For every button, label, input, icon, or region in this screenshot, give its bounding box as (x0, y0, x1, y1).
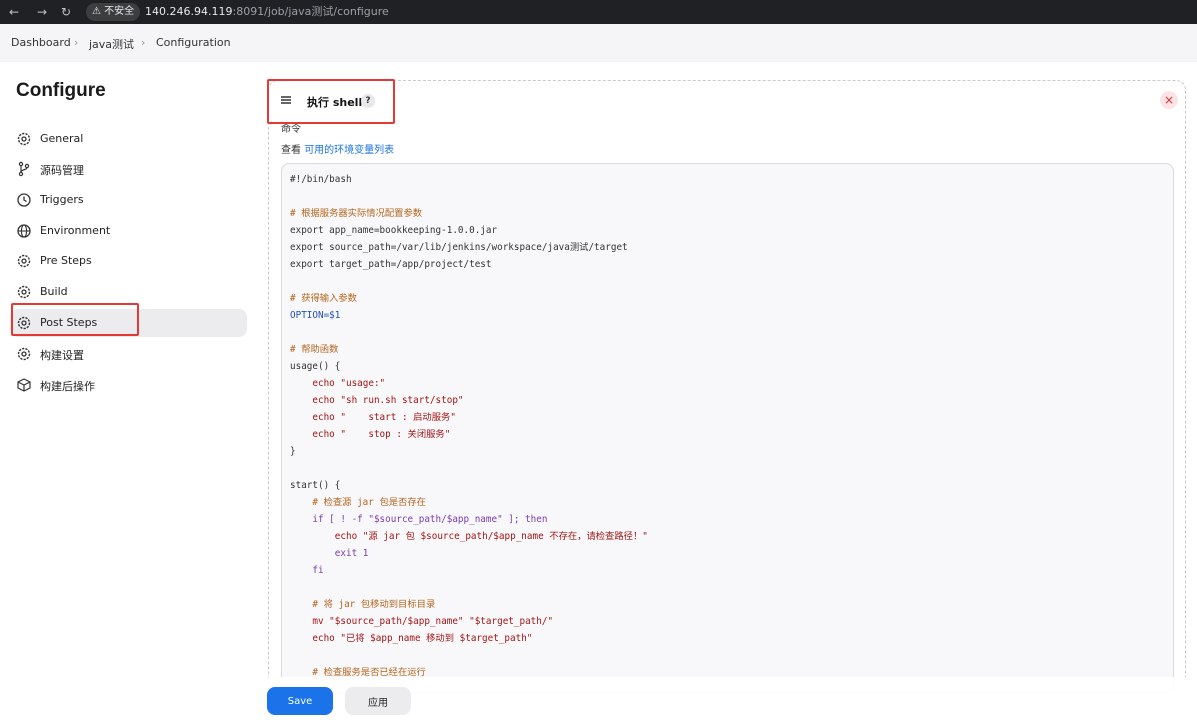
sidebar-item-label: Pre Steps (40, 254, 92, 267)
code-line: echo "已将 $app_name 移动到 $target_path" (290, 633, 533, 644)
sidebar-item-build-settings[interactable]: 构建设置 (10, 340, 247, 368)
breadcrumb-configuration[interactable]: Configuration (156, 36, 231, 49)
highlight-post-steps (11, 303, 139, 336)
branch-icon (18, 161, 30, 177)
sidebar-item-pre-steps[interactable]: Pre Steps (10, 247, 247, 275)
code-line: # 将 jar 包移动到目标目录 (290, 599, 436, 610)
url-host: 140.246.94.119 (145, 5, 233, 18)
apply-button[interactable]: 应用 (345, 687, 411, 715)
code-line: export source_path=/var/lib/jenkins/work… (290, 242, 628, 253)
sidebar-item-label: 构建设置 (40, 349, 84, 362)
code-line: OPTION=$1 (290, 310, 341, 321)
sidebar-item-label: General (40, 132, 84, 145)
sidebar-item-post-build[interactable]: 构建后操作 (10, 371, 247, 399)
code-line: echo " stop : 关闭服务" (290, 429, 451, 440)
gear-icon (17, 285, 31, 299)
browser-toolbar: ← → ↻ ⚠ 不安全 140.246.94.119:8091/job/java… (0, 0, 1197, 24)
env-vars-hint: 查看 可用的环境变量列表 (281, 141, 394, 156)
code-line: echo "源 jar 包 $source_path/$app_name 不存在… (290, 531, 648, 542)
code-line: mv "$source_path/$app_name" "$target_pat… (290, 616, 554, 627)
forward-icon[interactable]: → (34, 4, 50, 20)
highlight-step-title (267, 79, 395, 124)
env-vars-prefix: 查看 (281, 145, 301, 156)
url-path: :8091/job/java测试/configure (232, 5, 389, 18)
breadcrumb-separator: › (74, 36, 79, 49)
gear-icon (17, 254, 31, 268)
clock-icon (17, 193, 31, 207)
breadcrumb-job[interactable]: java测试 (89, 36, 134, 52)
box-icon (17, 378, 31, 392)
sidebar-item-label: Environment (40, 224, 111, 237)
globe-icon (17, 224, 31, 238)
breadcrumb: Dashboard › java测试 › Configuration (0, 24, 1197, 62)
code-line: export app_name=bookkeeping-1.0.0.jar (290, 225, 498, 236)
security-badge[interactable]: ⚠ 不安全 (86, 3, 141, 21)
code-line: # 检查源 jar 包是否存在 (290, 497, 426, 508)
command-editor[interactable]: #!/bin/bash # 根据服务器实际情况配置参数 export app_n… (281, 163, 1174, 693)
gear-icon (17, 132, 31, 146)
sidebar-item-label: 源码管理 (40, 164, 84, 177)
sidebar-item-environment[interactable]: Environment (10, 217, 247, 245)
sidebar-item-label: 构建后操作 (40, 380, 95, 393)
code-line: if [ ! -f "$source_path/$app_name" ]; th… (290, 514, 548, 525)
breadcrumb-separator: › (141, 36, 146, 49)
code-line: fi (290, 565, 324, 576)
close-icon[interactable]: × (1160, 91, 1178, 109)
sidebar-item-build[interactable]: Build (10, 278, 247, 306)
sidebar-item-label: Triggers (40, 193, 84, 206)
code-line: echo "usage:" (290, 378, 386, 389)
address-bar[interactable]: 140.246.94.119:8091/job/java测试/configure (145, 4, 389, 20)
save-button[interactable]: Save (267, 687, 333, 715)
page-title: Configure (16, 80, 106, 101)
sidebar-item-label: Build (40, 285, 68, 298)
code-line: # 根据服务器实际情况配置参数 (290, 208, 423, 219)
sidebar-item-triggers[interactable]: Triggers (10, 186, 247, 214)
code-line: usage() { (290, 361, 341, 372)
code-line: echo " start : 启动服务" (290, 412, 456, 423)
code-line: } (290, 446, 296, 457)
code-line: exit 1 (290, 548, 369, 559)
code-line: echo "sh run.sh start/stop" (290, 395, 464, 406)
code-line: start() { (290, 480, 341, 491)
back-icon[interactable]: ← (6, 4, 22, 20)
env-vars-link[interactable]: 可用的环境变量列表 (304, 145, 394, 156)
code-line: # 帮助函数 (290, 344, 339, 355)
code-line: #!/bin/bash (290, 174, 352, 185)
sidebar-item-source[interactable]: 源码管理 (10, 155, 247, 183)
gear-icon (17, 347, 31, 361)
breadcrumb-dashboard[interactable]: Dashboard (11, 36, 71, 49)
code-line: export target_path=/app/project/test (290, 259, 492, 270)
code-line: # 获得输入参数 (290, 293, 357, 304)
reload-icon[interactable]: ↻ (58, 4, 74, 20)
sidebar-item-general[interactable]: General (10, 125, 247, 153)
